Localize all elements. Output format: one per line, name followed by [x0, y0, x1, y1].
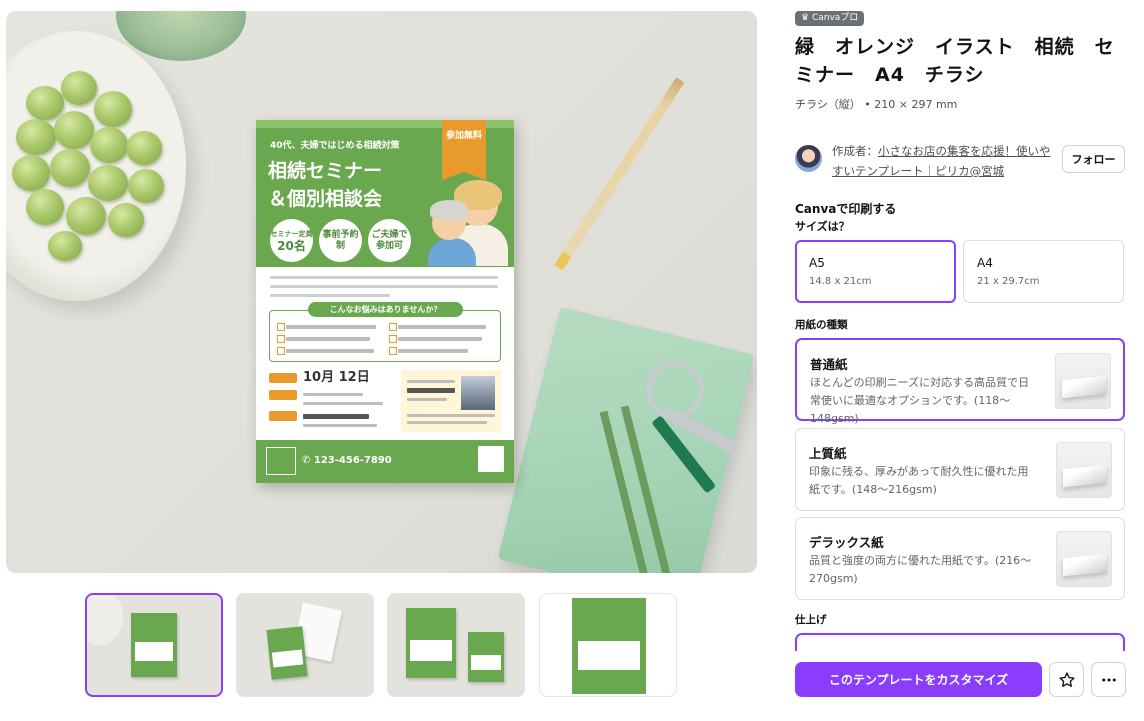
template-preview-image[interactable]: 40代、夫婦ではじめる相続対策 相続セミナー ＆個別相談会 参加無料 セミナー定…	[6, 11, 757, 573]
size-question: サイズは？	[795, 220, 850, 233]
crown-icon: ♛	[801, 13, 810, 23]
flyer-date: 10月 12日	[303, 370, 370, 385]
paper-sample-image	[1056, 442, 1112, 498]
flyer-worry-title: こんなお悩みはありませんか？	[308, 302, 463, 317]
flyer-qr-code	[478, 446, 504, 472]
paper-question: 用紙の種類	[795, 319, 848, 331]
thumbnail-2[interactable]	[236, 593, 374, 697]
print-heading: Canvaで印刷する	[795, 202, 897, 216]
favorite-button[interactable]	[1049, 662, 1084, 697]
creator-info: 作成者：小さなお店の集客を応援！使いやすいテンプレート｜ピリカ@宮城	[832, 144, 1051, 178]
follow-button[interactable]: フォロー	[1062, 145, 1125, 173]
flyer-reservation-badge: 事前予約制	[319, 219, 362, 262]
finish-question: 仕上げ	[795, 614, 827, 626]
flyer-mockup: 40代、夫婦ではじめる相続対策 相続セミナー ＆個別相談会 参加無料 セミナー定…	[256, 120, 514, 483]
speaker-photo	[461, 376, 495, 410]
customize-template-button[interactable]: このテンプレートをカスタマイズ	[795, 662, 1042, 697]
paper-sample-image	[1055, 353, 1111, 409]
more-options-button[interactable]	[1091, 662, 1126, 697]
flyer-footer: ✆ 123-456-7890	[256, 440, 514, 483]
template-title: 緑 オレンジ イラスト 相続 セミナー A4 チラシ	[795, 36, 1115, 86]
thumbnail-4[interactable]	[539, 593, 677, 697]
flyer-couple-badge: ご夫婦で参加可	[368, 219, 411, 262]
size-option-a5[interactable]: A5 14.8 x 21cm	[795, 240, 956, 303]
flyer-worry-box	[269, 310, 501, 362]
paper-sample-image	[1056, 531, 1112, 587]
flyer-intro-text	[270, 276, 500, 303]
creator-avatar[interactable]	[795, 145, 822, 172]
action-bar: このテンプレートをカスタマイズ	[789, 652, 1135, 721]
paper-option-deluxe[interactable]: デラックス紙 品質と強度の両方に優れた用紙です。(216〜270gsm)	[795, 517, 1125, 600]
flyer-phone: ✆ 123-456-7890	[302, 455, 392, 466]
pencil-decoration	[561, 77, 685, 259]
flyer-couple-illustration	[428, 180, 512, 266]
flyer-title-line2: ＆個別相談会	[268, 188, 383, 210]
more-icon	[1101, 678, 1116, 681]
template-detail-panel: ♛ Canvaプロ 緑 オレンジ イラスト 相続 セミナー A4 チラシ チラシ…	[789, 0, 1135, 721]
grape-bowl	[6, 31, 186, 301]
thumbnail-1[interactable]	[85, 593, 223, 697]
star-icon	[1058, 671, 1075, 687]
flyer-subtitle: 40代、夫婦ではじめる相続対策	[270, 141, 400, 151]
size-option-a4[interactable]: A4 21 x 29.7cm	[963, 240, 1124, 303]
pro-badge: ♛ Canvaプロ	[795, 11, 865, 26]
finish-option-partial[interactable]	[795, 633, 1125, 651]
paper-option-premium[interactable]: 上質紙 印象に残る、厚みがあって耐久性に優れた用紙です。(148〜216gsm)	[795, 428, 1125, 511]
flyer-speaker-box	[401, 370, 501, 432]
thumbnail-3[interactable]	[387, 593, 525, 697]
thumbnail-strip	[85, 593, 680, 698]
flyer-capacity-badge: セミナー定員 20名	[270, 219, 313, 262]
flyer-free-badge: 参加無料	[442, 120, 486, 180]
paper-option-standard[interactable]: 普通紙 ほとんどの印刷ニーズに対応する高品質で日常使いに最適なオプションです。(…	[795, 338, 1125, 425]
flyer-title-line1: 相続セミナー	[268, 160, 383, 182]
template-meta: チラシ（縦） • 210 × 297 mm	[795, 98, 958, 111]
